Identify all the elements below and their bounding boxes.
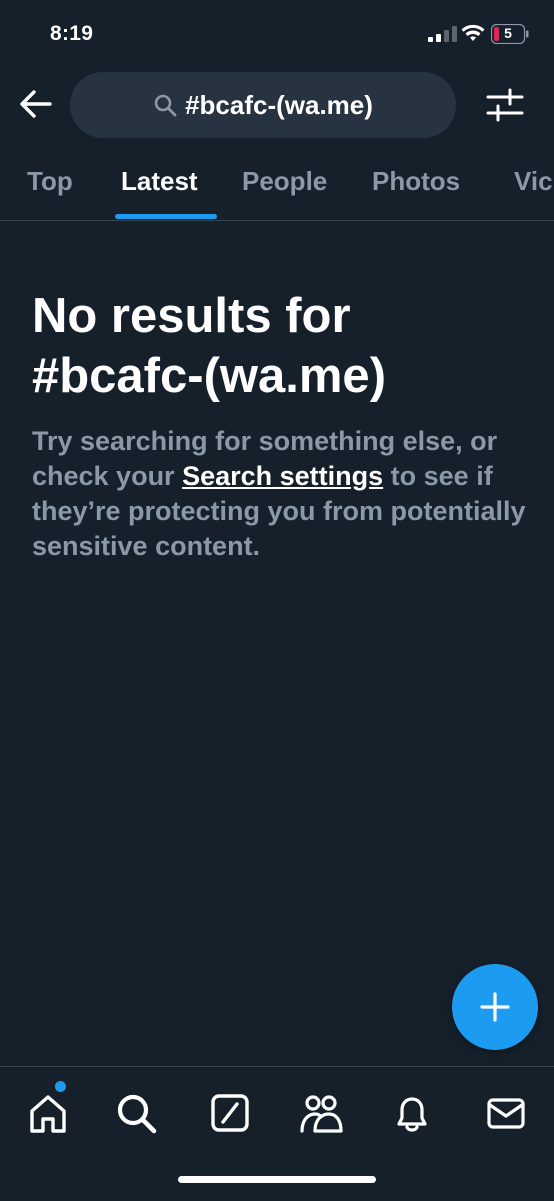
empty-state-body: Try searching for something else, or che… <box>32 424 532 564</box>
plus-icon <box>480 992 510 1022</box>
grok-icon[interactable] <box>208 1091 252 1135</box>
communities-icon[interactable] <box>299 1091 343 1135</box>
search-icon <box>154 94 177 117</box>
search-nav-icon[interactable] <box>114 1091 158 1135</box>
empty-state-title: No results for #bcafc-(wa.me) <box>32 286 532 406</box>
back-arrow-icon[interactable] <box>18 86 54 122</box>
filter-settings-icon[interactable] <box>486 88 524 122</box>
tab-people[interactable]: People <box>242 166 327 197</box>
active-tab-indicator <box>115 214 217 219</box>
search-settings-link[interactable]: Search settings <box>182 461 383 491</box>
signal-icon <box>428 26 457 42</box>
status-bar: 8:19 5 <box>0 0 554 64</box>
wifi-icon <box>461 24 485 41</box>
tab-latest[interactable]: Latest <box>121 166 198 197</box>
search-query: #bcafc-(wa.me) <box>185 89 373 120</box>
bell-icon[interactable] <box>390 1091 434 1135</box>
status-time: 8:19 <box>50 22 94 45</box>
battery-icon: 5 <box>491 24 529 44</box>
empty-title-line1: No results for <box>32 289 351 343</box>
search-tabs: Top Latest People Photos Vic <box>0 152 554 221</box>
home-icon[interactable] <box>26 1091 70 1135</box>
tab-photos[interactable]: Photos <box>372 166 460 197</box>
empty-title-query: #bcafc-(wa.me) <box>32 349 387 403</box>
battery-level: 5 <box>504 25 512 41</box>
home-notification-dot <box>55 1081 66 1092</box>
compose-button[interactable] <box>452 964 538 1050</box>
tab-top[interactable]: Top <box>27 166 73 197</box>
tab-videos[interactable]: Vic <box>514 166 553 197</box>
home-indicator-bar <box>178 1176 376 1183</box>
mail-icon[interactable] <box>484 1091 528 1135</box>
search-input[interactable]: #bcafc-(wa.me) <box>70 72 456 138</box>
